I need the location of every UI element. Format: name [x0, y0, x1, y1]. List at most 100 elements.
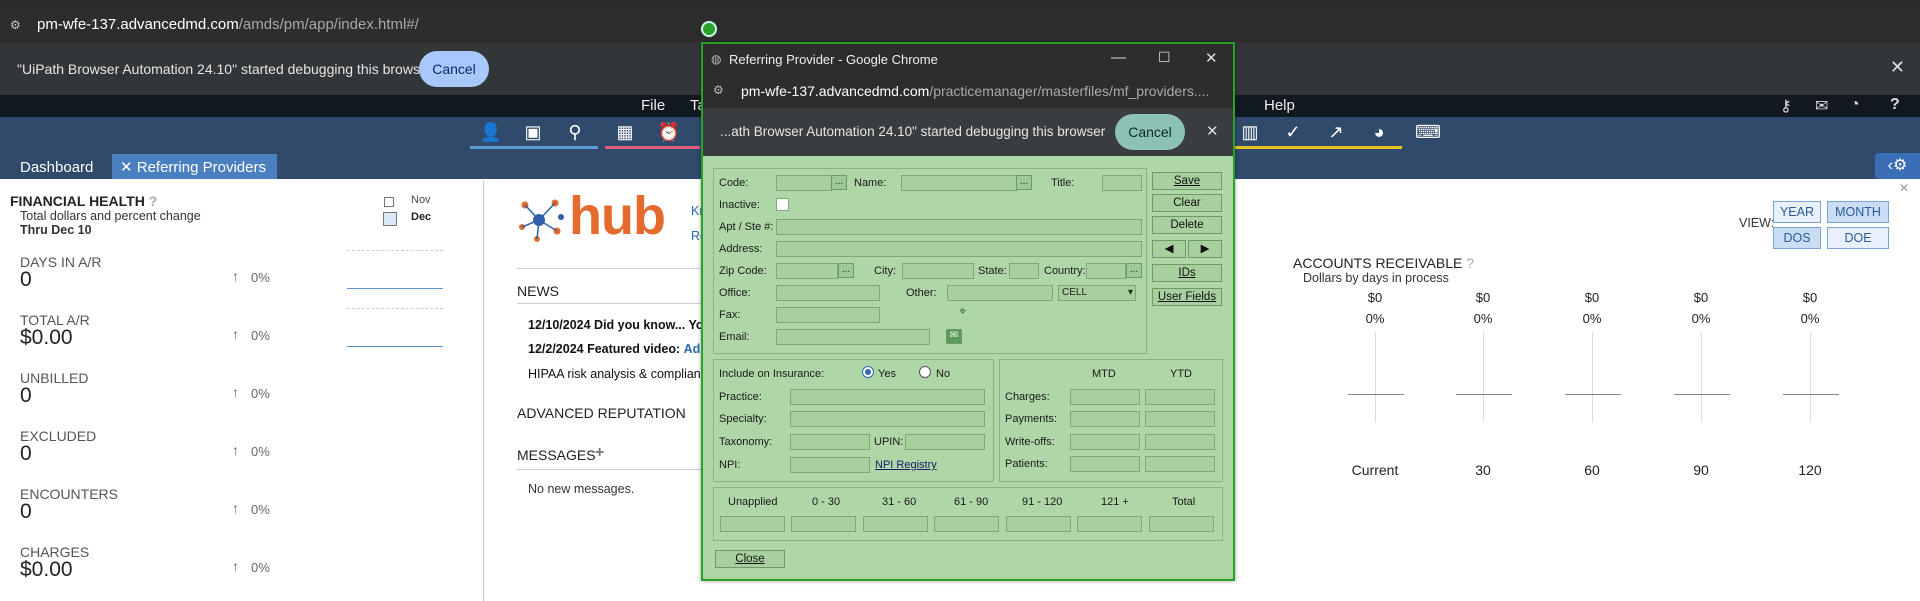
code-lookup-button[interactable]: ... [831, 175, 847, 190]
view-dos-button[interactable]: DOS [1773, 227, 1821, 249]
ar-amount: $0 [1584, 290, 1600, 305]
tab-referring-providers[interactable]: ✕ Referring Providers [112, 154, 277, 179]
panel-close-icon[interactable]: ✕ [1899, 181, 1909, 195]
address-input[interactable] [776, 241, 1142, 257]
id-card-icon[interactable]: ▣ [520, 122, 546, 144]
key-icon[interactable]: ⚷ [1780, 96, 1792, 116]
user-fields-button[interactable]: User Fields [1152, 288, 1222, 306]
specialty-input[interactable] [790, 411, 985, 427]
other-type-select[interactable]: CELL ▾ [1058, 285, 1136, 301]
insurance-yes-label: Yes [878, 368, 896, 380]
metric-pct: 0% [251, 270, 270, 285]
ar-axis [1375, 332, 1376, 422]
practice-input[interactable] [790, 389, 985, 405]
zip-lookup-button[interactable]: ... [838, 263, 854, 278]
ar-pct: 0% [1582, 311, 1602, 326]
country-lookup-button[interactable]: ... [1126, 263, 1142, 278]
office-input[interactable] [776, 285, 880, 301]
site-info-icon[interactable]: ⚙ [713, 83, 724, 97]
minimize-icon[interactable]: — [1111, 49, 1126, 66]
chart-check-icon[interactable]: ✓ [1280, 122, 1306, 144]
inactive-checkbox[interactable] [776, 198, 789, 211]
view-doe-button[interactable]: DOE [1827, 227, 1889, 249]
close-icon[interactable]: ✕ [1206, 122, 1219, 140]
address-bar[interactable]: ⚙ pm-wfe-137.advancedmd.com/amds/pm/app/… [0, 7, 1920, 43]
close-button[interactable]: Close [715, 550, 785, 568]
group-underline-yellow [1232, 146, 1402, 149]
maximize-icon[interactable]: ☐ [1158, 49, 1171, 66]
patient-icon[interactable]: 👤 [478, 122, 504, 144]
email-input[interactable] [776, 329, 930, 345]
settings-tool-icon[interactable]: ‹⚙ [1875, 153, 1920, 179]
charges-mtd [1070, 389, 1140, 405]
news-item[interactable]: HIPAA risk analysis & complianc [528, 367, 707, 381]
clear-button[interactable]: Clear [1152, 194, 1222, 212]
code-input[interactable] [776, 175, 832, 191]
url-text[interactable]: pm-wfe-137.advancedmd.com/amds/pm/app/in… [37, 16, 419, 33]
metric-label: DAYS IN A/R [20, 254, 102, 270]
title-input[interactable] [1102, 175, 1142, 191]
ar-bar [1674, 394, 1730, 395]
help-icon[interactable]: ? [1890, 96, 1900, 114]
city-input[interactable] [902, 263, 974, 279]
fax-input[interactable] [776, 307, 880, 323]
close-tab-icon[interactable]: ✕ [120, 159, 137, 176]
ar-pct: 0% [1691, 311, 1711, 326]
npi-input[interactable] [790, 457, 870, 473]
name-input[interactable] [901, 175, 1017, 191]
user-fields-label: User Fields [1157, 291, 1217, 303]
ar-subtitle: Dollars by days in process [1303, 271, 1449, 285]
save-button[interactable]: Save [1152, 172, 1222, 190]
pie-chart-icon[interactable]: ◕ [1366, 122, 1392, 144]
view-month-button[interactable]: MONTH [1827, 201, 1889, 223]
writeoffs-ytd [1145, 434, 1215, 450]
popup-address-bar[interactable]: ⚙ pm-wfe-137.advancedmd.com/practicemana… [703, 74, 1233, 108]
state-input[interactable] [1009, 263, 1039, 279]
view-year-button[interactable]: YEAR [1773, 201, 1821, 223]
aging-value [863, 516, 928, 532]
taxonomy-input[interactable] [790, 434, 870, 450]
keyboard-icon[interactable]: ⌨ [1415, 122, 1441, 144]
insurance-yes-radio[interactable] [862, 366, 874, 378]
calendar-icon[interactable]: ▦ [612, 122, 638, 144]
debug-cancel-button[interactable]: Cancel [419, 51, 489, 87]
metric-divider [347, 308, 443, 309]
add-message-icon[interactable]: + [595, 444, 604, 462]
aging-section: Unapplied 0 - 30 31 - 60 61 - 90 91 - 12… [713, 487, 1223, 541]
close-icon[interactable]: ✕ [1205, 49, 1218, 67]
news-link[interactable]: Ad [684, 342, 701, 356]
mail-icon[interactable]: ✉ [1815, 96, 1828, 116]
prev-button[interactable]: ◀ [1152, 240, 1186, 258]
alarm-icon[interactable]: ⏰ [656, 122, 682, 144]
gauge-icon[interactable]: ◔ [1850, 96, 1860, 114]
next-button[interactable]: ▶ [1188, 240, 1222, 258]
name-lookup-button[interactable]: ... [1016, 175, 1032, 190]
trend-chart-icon[interactable]: ↗ [1323, 122, 1349, 144]
debug-message: "UiPath Browser Automation 24.10" starte… [17, 61, 433, 77]
insurance-no-radio[interactable] [919, 366, 931, 378]
info-icon[interactable]: ? [149, 193, 158, 209]
site-info-icon[interactable]: ⚙ [10, 18, 24, 32]
email-send-icon[interactable]: ✉ [946, 329, 962, 344]
apt-input[interactable] [776, 219, 1142, 235]
popup-debug-cancel[interactable]: Cancel [1115, 114, 1185, 150]
tab-dashboard[interactable]: Dashboard [10, 156, 103, 179]
user-search-icon[interactable]: ⚲ [562, 122, 588, 144]
chrome-icon: ◍ [711, 52, 722, 66]
upin-input[interactable] [905, 434, 985, 450]
news-item[interactable]: 12/10/2024 Did you know... Yo [528, 318, 704, 332]
ids-button[interactable]: IDs [1152, 264, 1222, 282]
menu-help[interactable]: Help [1264, 97, 1295, 114]
bar-chart-icon[interactable]: ▥ [1237, 122, 1263, 144]
zip-input[interactable] [776, 263, 838, 279]
delete-button[interactable]: Delete [1152, 216, 1222, 234]
npi-registry-link[interactable]: NPI Registry [875, 459, 937, 471]
news-item[interactable]: 12/2/2024 Featured video: Ad [528, 342, 700, 356]
country-input[interactable] [1086, 263, 1126, 279]
info-icon[interactable]: ? [1466, 255, 1474, 271]
close-icon[interactable]: ✕ [1890, 57, 1905, 78]
menu-file[interactable]: File [641, 97, 665, 114]
ytd-header: YTD [1170, 368, 1192, 380]
messages-title: MESSAGES [517, 447, 596, 463]
other-input[interactable] [947, 285, 1053, 301]
